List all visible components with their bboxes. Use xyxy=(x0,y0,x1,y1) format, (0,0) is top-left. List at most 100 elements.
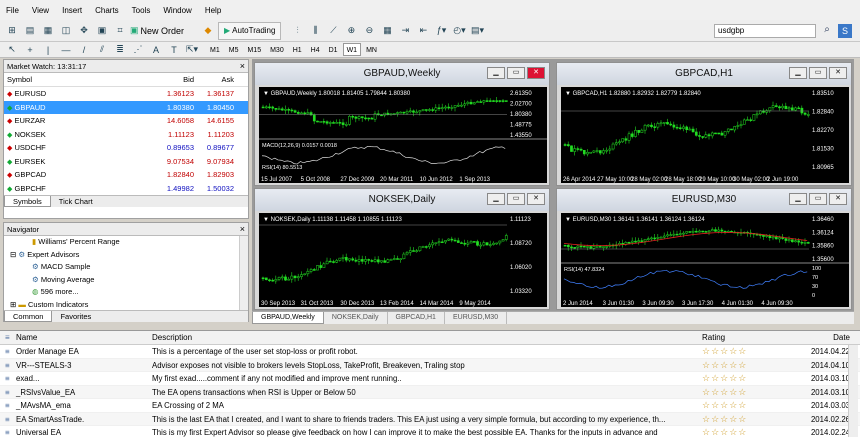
col-ask[interactable]: Ask xyxy=(194,73,236,86)
list-item[interactable]: EA SmartAssTrade. This is the last EA th… xyxy=(0,412,860,426)
close-icon[interactable]: × xyxy=(240,60,245,73)
cursor-icon[interactable]: ↖ xyxy=(4,41,20,59)
col-name[interactable]: Name xyxy=(0,331,152,344)
templates-icon[interactable]: ▤▾ xyxy=(469,22,485,40)
chart-tab[interactable]: NOKSEK,Daily xyxy=(324,312,388,324)
chart-tab[interactable]: GBPAUD,Weekly xyxy=(252,312,324,324)
arrows-icon[interactable]: ⇱▾ xyxy=(184,41,200,59)
chart-window[interactable]: NOKSEK,Daily ▁ ▭ ✕ 1.11123 1.08720 1.06020… xyxy=(254,188,550,310)
zoom-in-icon[interactable]: ⊕ xyxy=(343,22,359,40)
text-icon[interactable]: A xyxy=(148,41,164,59)
close-icon[interactable]: × xyxy=(240,223,245,236)
timeframe-h4[interactable]: H4 xyxy=(307,43,324,56)
chart-window[interactable]: EURUSD,M30 ▁ ▭ ✕ 1.36460 1.36124 1.35860 1.… xyxy=(556,188,852,310)
chart-window[interactable]: GBPAUD,Weekly ▁ ▭ ✕ 2.61350 2.02700 1.8038… xyxy=(254,62,550,186)
market-watch-row[interactable]: ◆ USDCHF 0.89653 0.89677 xyxy=(4,141,248,155)
timeframe-mn[interactable]: MN xyxy=(362,43,381,56)
chart-window-title-bar[interactable]: GBPAUD,Weekly ▁ ▭ ✕ xyxy=(255,63,549,85)
tile-windows-icon[interactable]: ▦ xyxy=(379,22,395,40)
crosshair-icon[interactable]: + xyxy=(22,41,38,59)
navigator-scrollbar[interactable] xyxy=(239,236,248,310)
market-watch-row[interactable]: ◆ EURZAR 14.6058 14.6155 xyxy=(4,114,248,128)
col-date[interactable]: Date xyxy=(784,331,854,344)
search-icon[interactable]: ⌕ xyxy=(820,24,834,38)
market-watch-row[interactable]: ◆ GBPAUD 1.80380 1.80450 xyxy=(4,100,248,114)
maximize-icon[interactable]: ▭ xyxy=(809,67,827,79)
timeframe-h1[interactable]: H1 xyxy=(289,43,306,56)
signals-icon[interactable]: S xyxy=(838,24,852,38)
close-icon[interactable]: ✕ xyxy=(527,193,545,205)
chart-canvas[interactable]: 1.83510 1.82840 1.82270 1.81530 1.80965 26 Ap… xyxy=(561,87,849,183)
line-chart-icon[interactable]: ⟋ xyxy=(325,22,341,40)
tab-common[interactable]: Common xyxy=(4,311,53,322)
menu-window[interactable]: Window xyxy=(163,6,191,15)
autotrading-button[interactable]: ▶ AutoTrading xyxy=(218,21,282,40)
new-chart-icon[interactable]: ⊞ xyxy=(4,22,20,40)
new-order-button[interactable]: ▣ New Order xyxy=(130,22,198,40)
list-item[interactable]: exad... My first exad.....comment if any… xyxy=(0,372,860,386)
list-item[interactable]: Order Manage EA This is a percentage of … xyxy=(0,345,860,359)
market-watch-row[interactable]: ◆ GBPCAD 1.82840 1.82903 xyxy=(4,168,248,182)
vertical-line-icon[interactable]: | xyxy=(40,41,56,59)
chart-tab[interactable]: GBPCAD,H1 xyxy=(388,312,445,324)
indicators-icon[interactable]: ƒ▾ xyxy=(433,22,449,40)
col-bid[interactable]: Bid xyxy=(138,73,194,86)
chart-window-title-bar[interactable]: NOKSEK,Daily ▁ ▭ ✕ xyxy=(255,189,549,211)
chart-shift-icon[interactable]: ⇤ xyxy=(415,22,431,40)
market-watch-row[interactable]: ◆ EURUSD 1.36123 1.36137 xyxy=(4,87,248,101)
gann-icon[interactable]: ⋰ xyxy=(130,41,146,59)
timeframe-d1[interactable]: D1 xyxy=(325,43,342,56)
timeframe-m30[interactable]: M30 xyxy=(266,43,288,56)
profiles-icon[interactable]: ▤ xyxy=(22,22,38,40)
menu-view[interactable]: View xyxy=(32,6,49,15)
list-item[interactable]: _RSIvsValue_EA The EA opens transactions… xyxy=(0,385,860,399)
zoom-out-icon[interactable]: ⊖ xyxy=(361,22,377,40)
maximize-icon[interactable]: ▭ xyxy=(507,67,525,79)
chart-tab[interactable]: EURUSD,M30 xyxy=(445,312,508,324)
list-item[interactable]: VR---STEALS-3 Advisor exposes not visibl… xyxy=(0,358,860,372)
chart-canvas[interactable]: 1.36460 1.36124 1.35860 1.35600 2 Jun 2014 3 … xyxy=(561,213,849,307)
menu-help[interactable]: Help xyxy=(205,6,221,15)
chart-window-title-bar[interactable]: EURUSD,M30 ▁ ▭ ✕ xyxy=(557,189,851,211)
tab-tick-chart[interactable]: Tick Chart xyxy=(51,196,101,207)
maximize-icon[interactable]: ▭ xyxy=(809,193,827,205)
timeframe-m1[interactable]: M1 xyxy=(206,43,224,56)
data-window-icon[interactable]: ◫ xyxy=(58,22,74,40)
maximize-icon[interactable]: ▭ xyxy=(507,193,525,205)
menu-tools[interactable]: Tools xyxy=(132,6,151,15)
chart-canvas[interactable]: 2.61350 2.02700 1.80380 1.48775 1.43550 15 Ju… xyxy=(259,87,547,183)
timeframe-w1[interactable]: W1 xyxy=(342,43,362,56)
chart-window-title-bar[interactable]: GBPCAD,H1 ▁ ▭ ✕ xyxy=(557,63,851,85)
close-icon[interactable]: ✕ xyxy=(527,67,545,79)
minimize-icon[interactable]: ▁ xyxy=(789,193,807,205)
tree-item[interactable]: ◍ 596 more... xyxy=(4,286,248,299)
periods-icon[interactable]: ◴▾ xyxy=(451,22,467,40)
list-item[interactable]: Universal EA This is my first Expert Adv… xyxy=(0,426,860,437)
search-input[interactable]: usdgbp xyxy=(714,24,816,38)
timeframe-m5[interactable]: M5 xyxy=(225,43,243,56)
strategy-tester-icon[interactable]: ⌗ xyxy=(112,22,128,40)
menu-file[interactable]: File xyxy=(6,6,19,15)
navigator-icon[interactable]: ✥ xyxy=(76,22,92,40)
col-description[interactable]: Description xyxy=(152,331,702,344)
tab-favorites[interactable]: Favorites xyxy=(52,311,99,322)
market-scrollbar[interactable] xyxy=(848,345,858,437)
market-watch-icon[interactable]: ▦ xyxy=(40,22,56,40)
tab-symbols[interactable]: Symbols xyxy=(4,196,51,207)
timeframe-m15[interactable]: M15 xyxy=(243,43,265,56)
horizontal-line-icon[interactable]: — xyxy=(58,41,74,59)
col-rating[interactable]: Rating xyxy=(702,331,784,344)
candlestick-icon[interactable]: ⫼ xyxy=(307,22,323,40)
label-icon[interactable]: T xyxy=(166,41,182,59)
trendline-icon[interactable]: / xyxy=(76,41,92,59)
channel-icon[interactable]: ⫽ xyxy=(94,41,110,59)
bar-chart-icon[interactable]: ⫶ xyxy=(289,22,305,40)
minimize-icon[interactable]: ▁ xyxy=(789,67,807,79)
close-icon[interactable]: ✕ xyxy=(829,67,847,79)
market-watch-row[interactable]: ◆ EURSEK 9.07534 9.07934 xyxy=(4,155,248,169)
list-item[interactable]: _MAvsMA_ema EA Crossing of 2 MA ☆☆☆☆☆ 20… xyxy=(0,399,860,413)
menu-insert[interactable]: Insert xyxy=(62,6,82,15)
chart-window[interactable]: GBPCAD,H1 ▁ ▭ ✕ 1.83510 1.82840 1.82270 1.8… xyxy=(556,62,852,186)
tree-item[interactable]: ⚙ Moving Average xyxy=(4,274,248,287)
tree-item[interactable]: ⚙ MACD Sample xyxy=(4,261,248,274)
